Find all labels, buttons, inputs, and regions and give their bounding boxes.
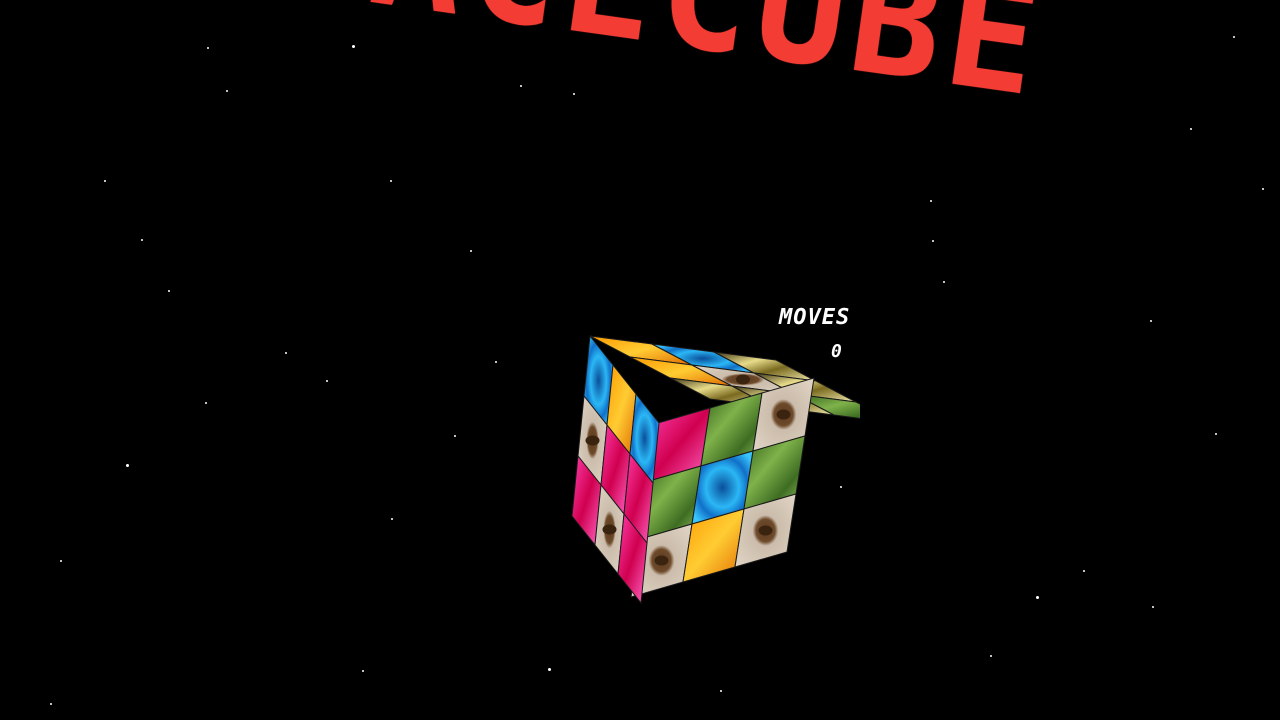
star [285, 352, 287, 354]
star [390, 180, 392, 182]
beetle-mark [776, 409, 791, 420]
star [930, 200, 932, 202]
star [495, 361, 497, 363]
star [1215, 433, 1217, 435]
star [1036, 596, 1039, 599]
star [141, 239, 143, 241]
beetle-mark [602, 524, 617, 535]
game-title: FACECUBE [268, 0, 1055, 131]
star [470, 250, 472, 252]
beetle-mark [654, 555, 669, 566]
star [932, 240, 934, 242]
star [126, 464, 129, 467]
star [391, 518, 393, 520]
star [990, 655, 992, 657]
star [226, 90, 228, 92]
star [454, 435, 456, 437]
star [104, 180, 106, 182]
star [1150, 320, 1152, 322]
star [362, 670, 364, 672]
beetle-mark [585, 435, 600, 446]
front-face[interactable] [630, 377, 815, 598]
star [168, 290, 170, 292]
star [1262, 188, 1264, 190]
star [326, 380, 328, 382]
star [205, 402, 207, 404]
star [548, 668, 551, 671]
star [1152, 606, 1154, 608]
beetle-mark [736, 374, 750, 385]
moves-label: MOVES [779, 305, 851, 330]
star [207, 47, 209, 49]
star [1233, 36, 1235, 38]
beetle-mark [758, 525, 773, 536]
star [1190, 128, 1192, 130]
star [1083, 570, 1085, 572]
star [50, 703, 52, 705]
star [60, 560, 62, 562]
star [720, 690, 722, 692]
star [943, 281, 945, 283]
moves-counter: MOVES 0 [776, 305, 886, 375]
moves-value: 0 [831, 341, 842, 362]
